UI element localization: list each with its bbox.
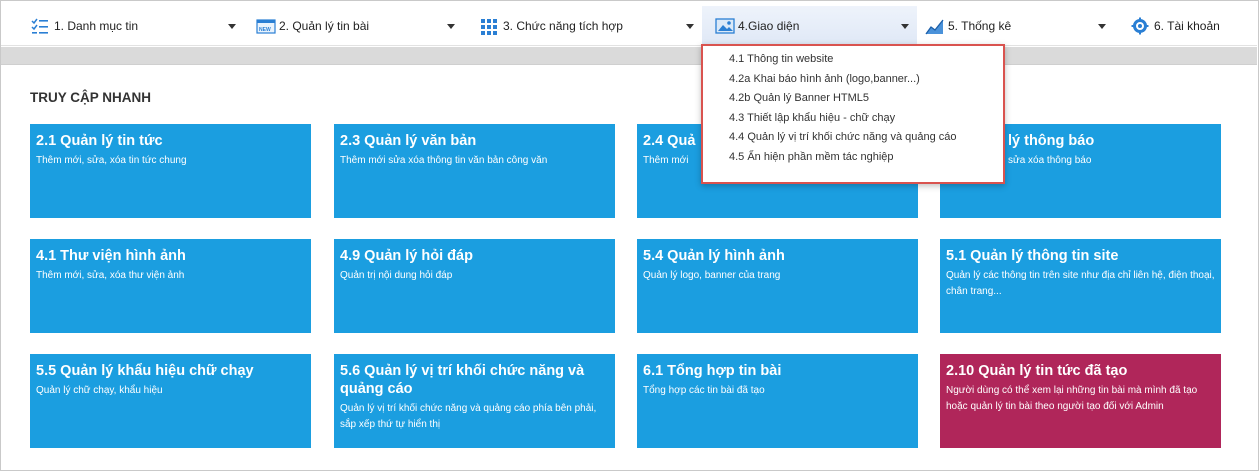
tile-desc: Quản trị nội dung hỏi đáp: [340, 270, 453, 281]
tile-quan-ly-tin-tuc[interactable]: 2.1 Quản lý tin tức Thêm mới, sửa, xóa t…: [30, 124, 311, 218]
nav-item-thong-ke[interactable]: 5. Thống kê: [925, 6, 1115, 46]
chevron-down-icon: [686, 24, 694, 29]
menu-item-an-hien-phan-mem[interactable]: 4.5 Ẩn hiện phần mềm tác nghiệp: [703, 148, 1003, 168]
grid-icon: [480, 17, 498, 35]
news-badge-text: NEW: [259, 27, 271, 33]
tile-desc: Tổng hợp các tin bài đã tạo: [643, 385, 765, 396]
chart-icon: [925, 17, 944, 35]
chevron-down-icon: [1098, 24, 1106, 29]
tile-title: 4.9 Quản lý hỏi đáp: [340, 248, 473, 264]
giao-dien-dropdown-menu: 4.1 Thông tin website 4.2a Khai báo hình…: [701, 44, 1005, 184]
top-navigation: 1. Danh mục tin NEW 2. Quản lý tin bài 3…: [1, 6, 1257, 46]
chevron-down-icon: [228, 24, 236, 29]
tile-desc: Thêm mới, sửa, xóa tin tức chung: [36, 155, 187, 166]
tile-title: 2.3 Quản lý văn bản: [340, 133, 477, 149]
tile-title: 5.5 Quản lý khẩu hiệu chữ chạy: [36, 363, 254, 379]
quick-access-title: TRUY CẬP NHANH: [30, 90, 152, 105]
tile-desc: sửa xóa thông báo: [1008, 155, 1092, 166]
tile-desc: Quản lý logo, banner của trang: [643, 270, 781, 281]
tile-desc: Người dùng có thể xem lại những tin bài …: [946, 385, 1198, 412]
tile-desc: Quản lý chữ chạy, khẩu hiệu: [36, 385, 163, 396]
menu-item-thong-tin-website[interactable]: 4.1 Thông tin website: [703, 50, 1003, 70]
tile-title: lý thông báo: [1008, 133, 1095, 149]
tile-title: 2.10 Quản lý tin tức đã tạo: [946, 363, 1128, 379]
nav-item-tai-khoan[interactable]: 6. Tài khoản: [1131, 6, 1251, 46]
nav-item-giao-dien[interactable]: 4.Giao diện: [702, 6, 917, 46]
menu-item-vi-tri-khoi-chuc-nang[interactable]: 4.4 Quản lý vị trí khối chức năng và quả…: [703, 128, 1003, 148]
tile-title: 5.1 Quản lý thông tin site: [946, 248, 1119, 264]
tile-desc: Thêm mới, sửa, xóa thư viện ảnh: [36, 270, 185, 281]
tile-vi-tri-khoi-chuc-nang[interactable]: 5.6 Quản lý vị trí khối chức năng và quả…: [334, 354, 615, 448]
tile-desc: Quản lý vị trí khối chức năng và quảng c…: [340, 403, 597, 430]
nav-label: 5. Thống kê: [948, 19, 1012, 33]
nav-item-quan-ly-tin-bai[interactable]: NEW 2. Quản lý tin bài: [256, 6, 466, 46]
tile-quan-ly-hinh-anh[interactable]: 5.4 Quản lý hình ảnh Quản lý logo, banne…: [637, 239, 918, 333]
tile-title: 6.1 Tổng hợp tin bài: [643, 363, 782, 379]
tile-thu-vien-hinh-anh[interactable]: 4.1 Thư viện hình ảnh Thêm mới, sửa, xóa…: [30, 239, 311, 333]
tile-desc: Thêm mới sửa xóa thông tin văn bản công …: [340, 155, 548, 166]
nav-item-chuc-nang-tich-hop[interactable]: 3. Chức năng tích hợp: [480, 6, 695, 46]
nav-label: 6. Tài khoản: [1154, 19, 1220, 33]
tile-tin-tuc-da-tao[interactable]: 2.10 Quản lý tin tức đã tạo Người dùng c…: [940, 354, 1221, 448]
list-icon: [31, 17, 49, 35]
tile-title: 5.4 Quản lý hình ảnh: [643, 248, 785, 264]
nav-item-danh-muc-tin[interactable]: 1. Danh mục tin: [31, 6, 241, 46]
nav-label: 4.Giao diện: [738, 19, 800, 33]
nav-label: 3. Chức năng tích hợp: [503, 19, 623, 33]
tile-title: 2.1 Quản lý tin tức: [36, 133, 163, 149]
tile-desc: Quản lý các thông tin trên site như địa …: [946, 270, 1215, 297]
nav-label: 2. Quản lý tin bài: [279, 19, 370, 33]
tile-title: 5.6 Quản lý vị trí khối chức năng và quả…: [340, 363, 585, 397]
tile-khau-hieu-chu-chay[interactable]: 5.5 Quản lý khẩu hiệu chữ chạy Quản lý c…: [30, 354, 311, 448]
menu-item-khai-bao-hinh-anh[interactable]: 4.2a Khai báo hình ảnh (logo,banner...): [703, 70, 1003, 90]
tile-title: 4.1 Thư viện hình ảnh: [36, 248, 186, 264]
image-icon: [715, 17, 735, 35]
tile-quan-ly-hoi-dap[interactable]: 4.9 Quản lý hỏi đáp Quản trị nội dung hỏ…: [334, 239, 615, 333]
menu-item-khau-hieu-chu-chay[interactable]: 4.3 Thiết lập khẩu hiệu - chữ chạy: [703, 109, 1003, 129]
tile-tong-hop-tin-bai[interactable]: 6.1 Tổng hợp tin bài Tổng hợp các tin bà…: [637, 354, 918, 448]
menu-item-quan-ly-banner-html5[interactable]: 4.2b Quản lý Banner HTML5: [703, 89, 1003, 109]
nav-label: 1. Danh mục tin: [54, 19, 139, 33]
tile-quan-ly-van-ban[interactable]: 2.3 Quản lý văn bản Thêm mới sửa xóa thô…: [334, 124, 615, 218]
tile-quan-ly-thong-tin-site[interactable]: 5.1 Quản lý thông tin site Quản lý các t…: [940, 239, 1221, 333]
chevron-down-icon: [447, 24, 455, 29]
chevron-down-icon: [901, 24, 909, 29]
gear-icon: [1131, 17, 1149, 35]
sub-toolbar: [1, 47, 1257, 65]
